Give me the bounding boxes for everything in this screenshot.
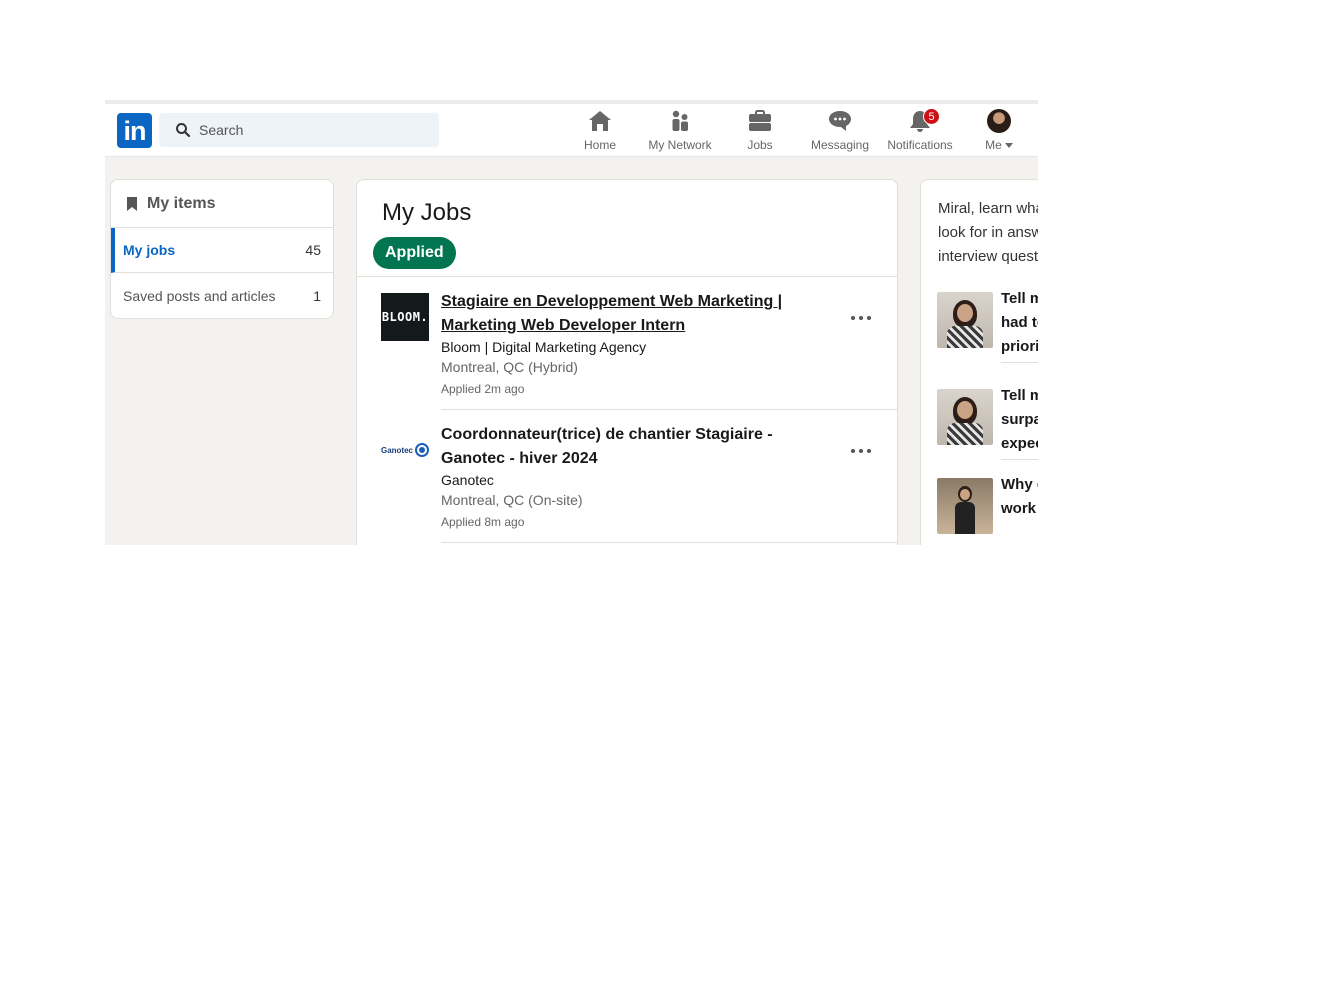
nav-messaging-label: Messaging bbox=[810, 138, 870, 152]
video-thumbnail bbox=[937, 389, 993, 445]
job-company: Bloom | Digital Marketing Agency bbox=[441, 339, 647, 355]
nav-notifications[interactable]: 5 Notifications bbox=[883, 108, 957, 153]
sidebar-item-label: Saved posts and articles bbox=[123, 288, 276, 304]
dot-icon bbox=[859, 448, 863, 453]
divider bbox=[1001, 459, 1038, 460]
sidebar-item-my-jobs[interactable]: My jobs 45 bbox=[111, 228, 333, 273]
search-input[interactable] bbox=[199, 113, 429, 147]
interview-prep-intro: Miral, learn what hiring managers look f… bbox=[938, 200, 1038, 265]
interview-question-item[interactable]: Why do you want to work here? bbox=[937, 476, 1038, 545]
job-applied-status: Applied 2m ago bbox=[441, 382, 525, 396]
more-options-button[interactable] bbox=[841, 295, 881, 335]
company-logo[interactable]: BLOOM. bbox=[381, 293, 429, 341]
dot-icon bbox=[851, 448, 855, 453]
nav-network-label: My Network bbox=[648, 138, 712, 152]
page-title: My Jobs bbox=[382, 199, 472, 226]
dot-icon bbox=[851, 315, 855, 320]
interview-question-item[interactable]: Tell me about a time you surpassed peopl… bbox=[937, 387, 1038, 469]
avatar bbox=[987, 109, 1011, 133]
nav-home[interactable]: Home bbox=[579, 109, 621, 153]
dot-icon bbox=[867, 315, 871, 320]
linkedin-logo[interactable]: in bbox=[117, 113, 152, 148]
interview-question-text: Tell me about a time you had to handle m… bbox=[1001, 290, 1038, 355]
my-items-header: My items bbox=[111, 180, 333, 228]
people-icon bbox=[672, 110, 688, 131]
thumbnail-figure bbox=[955, 502, 975, 534]
more-options-button[interactable] bbox=[841, 428, 881, 468]
my-items-card: My items My jobs 45 Saved posts and arti… bbox=[110, 179, 334, 319]
message-icon bbox=[829, 111, 851, 131]
nav-notifications-label: Notifications bbox=[887, 138, 953, 152]
job-company: Ganotec bbox=[441, 472, 494, 488]
sidebar-item-label: My jobs bbox=[123, 242, 176, 258]
job-location: Montreal, QC (On-site) bbox=[441, 492, 583, 508]
nav-me[interactable]: Me bbox=[979, 109, 1019, 153]
home-icon bbox=[589, 111, 611, 131]
sidebar-item-count: 45 bbox=[305, 242, 321, 258]
thumbnail-figure bbox=[947, 326, 983, 348]
nav-jobs-label: Jobs bbox=[747, 138, 773, 152]
job-location: Montreal, QC (Hybrid) bbox=[441, 359, 578, 375]
job-list-item: BLOOM. Stagiaire en Developpement Web Ma… bbox=[357, 277, 897, 410]
job-applied-status: Applied 8m ago bbox=[441, 515, 525, 529]
ganotec-mark-icon bbox=[415, 443, 429, 457]
divider bbox=[441, 542, 897, 543]
nav-jobs[interactable]: Jobs bbox=[742, 109, 778, 153]
interview-prep-card: Miral, learn what hiring managers look f… bbox=[920, 179, 1038, 545]
nav-home-label: Home bbox=[583, 138, 616, 152]
bookmark-icon bbox=[127, 197, 137, 211]
video-thumbnail bbox=[937, 478, 993, 534]
job-title-link[interactable]: Coordonnateur(trice) de chantier Stagiai… bbox=[441, 423, 791, 471]
sidebar-item-saved-posts[interactable]: Saved posts and articles 1 bbox=[111, 274, 333, 318]
search-box[interactable] bbox=[159, 113, 439, 147]
search-icon bbox=[176, 123, 191, 138]
dot-icon bbox=[867, 448, 871, 453]
job-title-link[interactable]: Stagiaire en Developpement Web Marketing… bbox=[441, 290, 791, 338]
dot-icon bbox=[859, 315, 863, 320]
interview-question-item[interactable]: Tell me about a time you had to handle m… bbox=[937, 290, 1038, 372]
interview-question-text: Tell me about a time you surpassed peopl… bbox=[1001, 387, 1038, 452]
nav-my-network[interactable]: My Network bbox=[643, 109, 717, 153]
nav-messaging[interactable]: Messaging bbox=[807, 109, 873, 153]
sidebar-item-count: 1 bbox=[313, 288, 321, 304]
briefcase-icon bbox=[749, 110, 771, 131]
global-nav: in Home My Network bbox=[105, 104, 1038, 157]
company-logo[interactable]: Ganotec bbox=[381, 426, 429, 474]
my-jobs-card: My Jobs Applied BLOOM. Stagiaire en Deve… bbox=[356, 179, 898, 545]
job-list-item: Ganotec Coordonnateur(trice) de chantier… bbox=[357, 410, 897, 543]
browser-viewport: in Home My Network bbox=[105, 100, 1038, 545]
applied-filter-pill[interactable]: Applied bbox=[373, 237, 456, 269]
divider bbox=[1001, 362, 1038, 363]
company-logo-text: Ganotec bbox=[381, 445, 414, 455]
nav-me-label: Me bbox=[985, 138, 1002, 152]
notification-badge: 5 bbox=[923, 108, 940, 125]
thumbnail-figure bbox=[947, 423, 983, 445]
caret-down-icon bbox=[1004, 143, 1013, 149]
my-items-title: My items bbox=[147, 195, 216, 212]
interview-question-text: Why do you want to work here? bbox=[1001, 476, 1038, 517]
nav-me-wrapper: Me bbox=[979, 138, 1019, 152]
video-thumbnail bbox=[937, 292, 993, 348]
